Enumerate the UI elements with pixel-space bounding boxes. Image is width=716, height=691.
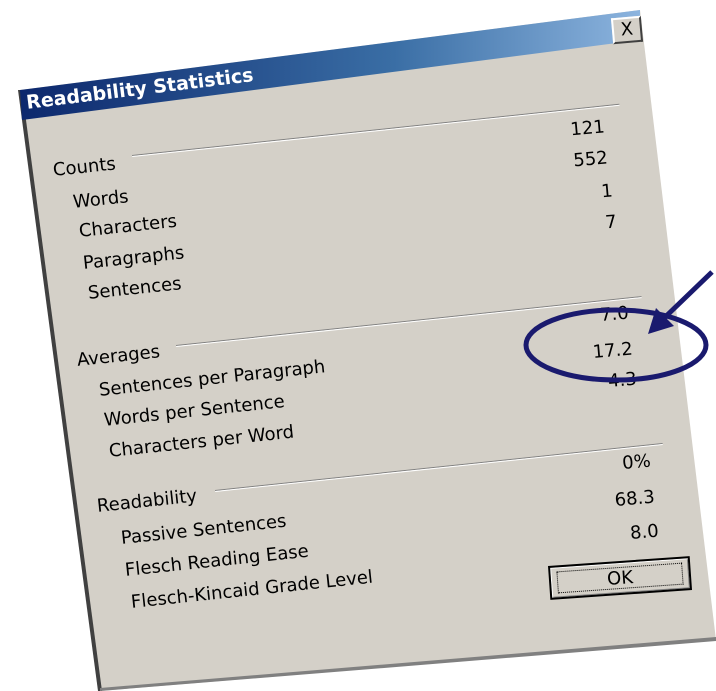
close-icon: X [619, 18, 635, 41]
ok-focus-rect [556, 562, 684, 594]
close-button[interactable]: X [610, 15, 644, 45]
